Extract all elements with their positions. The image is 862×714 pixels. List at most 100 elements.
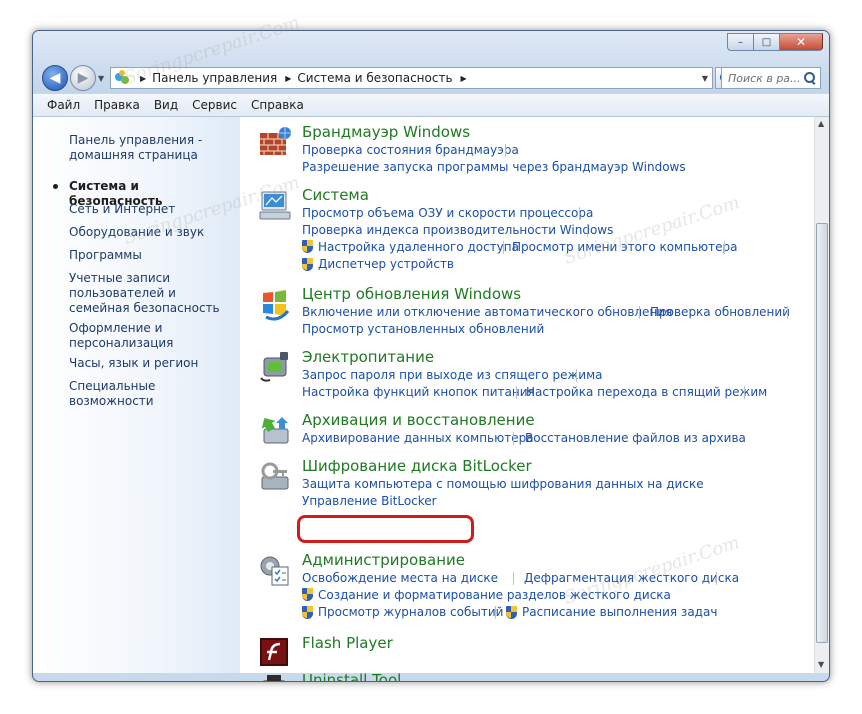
- menu-bar: Файл Правка Вид Сервис Справка: [33, 94, 829, 117]
- link-performance-index[interactable]: Проверка индекса производительности Wind…: [302, 223, 613, 237]
- caption-buttons: – □ ✕: [727, 33, 823, 51]
- category-title[interactable]: Шифрование диска BitLocker: [302, 457, 532, 475]
- link-divider: [744, 386, 745, 399]
- category-title[interactable]: Архивация и восстановление: [302, 411, 535, 429]
- recent-pages-dropdown-icon[interactable]: ▼: [98, 74, 104, 83]
- link-disk-cleanup[interactable]: Освобождение места на диске: [302, 571, 498, 585]
- breadcrumb-chevron-icon[interactable]: ▶: [285, 74, 291, 83]
- breadcrumb-chevron-icon[interactable]: ▶: [140, 74, 146, 83]
- uac-shield-icon: [302, 588, 313, 601]
- uac-shield-icon: [302, 240, 313, 253]
- link-divider: [513, 572, 514, 585]
- uninstall-tool-icon: [263, 675, 285, 681]
- sidebar-item-programs[interactable]: Программы: [69, 248, 234, 263]
- link-divider: [495, 606, 496, 619]
- link-divider: [639, 306, 640, 319]
- scroll-up-icon[interactable]: ▲: [818, 119, 824, 128]
- link-backup-computer[interactable]: Архивирование данных компьютера: [302, 431, 534, 445]
- active-bullet-icon: [53, 184, 58, 189]
- forward-button[interactable]: ▶: [70, 65, 96, 91]
- link-auto-update-toggle[interactable]: Включение или отключение автоматического…: [302, 305, 672, 319]
- title-bar: – □ ✕ ◀ ▶ ▼ ▶ Панель управления ▶ Систем…: [33, 31, 829, 93]
- close-button[interactable]: ✕: [779, 33, 823, 51]
- sidebar: Панель управления - домашняя страница Си…: [33, 117, 240, 673]
- link-manage-bitlocker[interactable]: Управление BitLocker: [302, 494, 437, 508]
- uac-shield-icon: [302, 258, 313, 271]
- administrative-tools-icon: [260, 556, 289, 586]
- link-divider: [513, 432, 514, 445]
- uac-shield-icon: [302, 606, 313, 619]
- search-icon[interactable]: [804, 72, 816, 84]
- link-allow-program-firewall[interactable]: Разрешение запуска программы через бранд…: [302, 160, 686, 174]
- address-dropdown-icon[interactable]: ▼: [698, 74, 712, 83]
- control-panel-window: – □ ✕ ◀ ▶ ▼ ▶ Панель управления ▶ Систем…: [32, 30, 830, 682]
- link-divider: [576, 369, 577, 382]
- menu-help[interactable]: Справка: [251, 98, 304, 112]
- link-divider: [587, 224, 588, 237]
- category-title[interactable]: Система: [302, 186, 369, 204]
- scrollbar-thumb[interactable]: [816, 223, 828, 643]
- menu-edit[interactable]: Правка: [94, 98, 140, 112]
- link-installed-updates[interactable]: Просмотр установленных обновлений: [302, 322, 544, 336]
- link-event-logs[interactable]: Просмотр журналов событий: [318, 605, 503, 619]
- scroll-down-icon[interactable]: ▼: [818, 660, 824, 669]
- link-sleep-settings[interactable]: Настройка перехода в спящий режим: [526, 385, 767, 399]
- link-power-buttons[interactable]: Настройка функций кнопок питания: [302, 385, 535, 399]
- backup-restore-icon: [261, 417, 289, 444]
- minimize-button[interactable]: –: [727, 33, 753, 51]
- category-title[interactable]: Электропитание: [302, 348, 434, 366]
- category-title[interactable]: Администрирование: [302, 551, 465, 569]
- link-task-scheduler[interactable]: Расписание выполнения задач: [522, 605, 717, 619]
- menu-view[interactable]: Вид: [154, 98, 178, 112]
- category-title[interactable]: Uninstall Tool: [302, 671, 401, 681]
- breadcrumb-system-security[interactable]: Система и безопасность: [297, 71, 452, 85]
- system-icon: [259, 191, 291, 220]
- link-divider: [516, 386, 517, 399]
- search-placeholder: Поиск в ра...: [728, 71, 801, 85]
- menu-tools[interactable]: Сервис: [192, 98, 237, 112]
- sidebar-item-hardware[interactable]: Оборудование и звук: [69, 225, 234, 240]
- sidebar-item-user-accounts[interactable]: Учетные записи пользователей и семейная …: [69, 271, 234, 316]
- sidebar-item-clock-region[interactable]: Часы, язык и регион: [69, 356, 234, 371]
- bitlocker-icon: [261, 462, 289, 490]
- link-firewall-status[interactable]: Проверка состояния брандмауэра: [302, 143, 519, 157]
- search-input[interactable]: Поиск в ра...: [721, 67, 821, 89]
- sidebar-item-accessibility[interactable]: Специальные возможности: [69, 379, 234, 409]
- vertical-scrollbar[interactable]: ▲ ▼: [814, 117, 829, 673]
- control-panel-icon: [114, 70, 132, 86]
- breadcrumb-chevron-icon[interactable]: ▶: [461, 74, 467, 83]
- link-check-updates[interactable]: Проверка обновлений: [650, 305, 790, 319]
- link-view-ram-cpu[interactable]: Просмотр объема ОЗУ и скорости процессор…: [302, 206, 593, 220]
- link-divider: [503, 241, 504, 254]
- windows-update-icon: [263, 290, 290, 321]
- breadcrumb-control-panel[interactable]: Панель управления: [152, 71, 277, 85]
- back-button[interactable]: ◀: [42, 65, 68, 91]
- link-remote-access[interactable]: Настройка удаленного доступа: [318, 240, 519, 254]
- maximize-button[interactable]: □: [753, 33, 779, 51]
- link-defragment[interactable]: Дефрагментация жесткого диска: [524, 571, 739, 585]
- link-divider: [787, 306, 788, 319]
- flash-player-icon: [260, 638, 288, 666]
- link-create-format-partitions[interactable]: Создание и форматирование разделов жестк…: [318, 588, 671, 602]
- link-bitlocker-protect[interactable]: Защита компьютера с помощью шифрования д…: [302, 477, 704, 491]
- category-title[interactable]: Flash Player: [302, 634, 393, 652]
- link-device-manager[interactable]: Диспетчер устройств: [318, 257, 454, 271]
- link-divider: [505, 144, 506, 157]
- sidebar-item-appearance[interactable]: Оформление и персонализация: [69, 321, 234, 351]
- category-title[interactable]: Брандмауэр Windows: [302, 123, 470, 141]
- sidebar-item-network[interactable]: Сеть и Интернет: [69, 202, 234, 217]
- link-restore-files[interactable]: Восстановление файлов из архива: [525, 431, 746, 445]
- power-options-icon: [260, 352, 288, 382]
- address-bar[interactable]: ▶ Панель управления ▶ Система и безопасн…: [110, 67, 713, 89]
- link-divider: [579, 207, 580, 220]
- main-content: Брандмауэр Windows Проверка состояния бр…: [240, 117, 814, 681]
- menu-file[interactable]: Файл: [47, 98, 80, 112]
- link-divider: [716, 572, 717, 585]
- link-wake-password[interactable]: Запрос пароля при выходе из спящего режи…: [302, 368, 603, 382]
- category-title[interactable]: Центр обновления Windows: [302, 285, 521, 303]
- link-divider: [724, 241, 725, 254]
- uac-shield-icon: [506, 606, 517, 619]
- highlight-frame: [297, 515, 474, 543]
- link-computer-name[interactable]: Просмотр имени этого компьютера: [512, 240, 737, 254]
- sidebar-home-link[interactable]: Панель управления - домашняя страница: [69, 133, 234, 163]
